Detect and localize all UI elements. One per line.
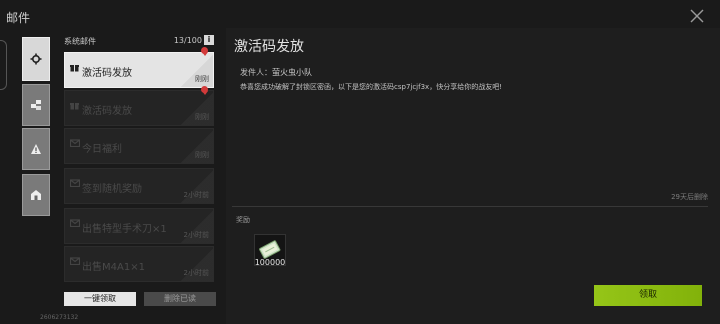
reward-label: 奖励 <box>236 216 250 224</box>
envelope-icon <box>69 179 81 190</box>
mail-body: 恭喜您成功破解了封锁区密函，以下是您的激活码csp7jcjf3x，快分享给你的战… <box>240 83 502 91</box>
mail-item-title: 激活码发放 <box>82 106 132 117</box>
category-warning-button[interactable] <box>22 128 50 170</box>
unread-marker-icon <box>201 47 208 56</box>
divider <box>232 206 708 207</box>
category-items-button[interactable] <box>22 84 50 126</box>
envelope-icon <box>69 139 81 150</box>
mail-item-title: 签到随机奖励 <box>82 184 142 195</box>
mail-item[interactable]: 激活码发放 刚刚 <box>64 90 214 126</box>
mail-list-label: 系统邮件 <box>64 37 96 46</box>
delete-read-button[interactable]: 删除已读 <box>144 292 216 306</box>
mail-item[interactable]: 签到随机奖励 2小时前 <box>64 168 214 204</box>
user-id: 2606273132 <box>40 314 79 321</box>
page-title: 邮件 <box>6 11 31 25</box>
mail-detail-title: 激活码发放 <box>234 39 304 55</box>
sender-row: 发件人：萤火虫小队 <box>240 67 312 78</box>
claim-button[interactable]: 领取 <box>594 285 702 306</box>
close-icon[interactable] <box>690 9 704 23</box>
building-icon <box>31 190 41 200</box>
mail-count: 13/100 <box>173 36 202 45</box>
mail-item-title: 激活码发放 <box>82 68 132 79</box>
mail-item-title: 出售特型手术刀×1 <box>82 224 167 235</box>
sender-label: 发件人： <box>240 68 272 77</box>
category-system-button[interactable] <box>22 37 50 81</box>
mail-item-title: 出售M4A1×1 <box>82 262 145 273</box>
reward-quantity: 100000 <box>254 258 286 267</box>
mail-item-time: 2小时前 <box>183 191 209 199</box>
envelope-icon <box>69 219 81 230</box>
unread-marker-icon <box>201 86 208 95</box>
mail-item[interactable]: 出售M4A1×1 2小时前 <box>64 246 214 282</box>
mail-item-time: 刚刚 <box>195 75 209 83</box>
mail-item-time: 刚刚 <box>195 113 209 121</box>
gear-icon <box>30 53 42 65</box>
gift-icon <box>70 63 79 75</box>
mail-item-time: 2小时前 <box>183 231 209 239</box>
claim-all-button[interactable]: 一键领取 <box>64 292 136 306</box>
mail-list-header: 系统邮件 13/100 i <box>64 35 216 48</box>
info-icon[interactable]: i <box>204 35 214 45</box>
gift-icon <box>70 101 79 113</box>
expire-notice: 29天后删除 <box>671 193 708 201</box>
mail-item-time: 2小时前 <box>183 269 209 277</box>
category-base-button[interactable] <box>22 174 50 216</box>
mail-item[interactable]: 出售特型手术刀×1 2小时前 <box>64 208 214 244</box>
mail-item[interactable]: 激活码发放 刚刚 <box>64 52 214 88</box>
boxes-icon <box>31 100 41 110</box>
sender-name: 萤火虫小队 <box>272 68 312 77</box>
mail-item-time: 刚刚 <box>195 151 209 159</box>
mail-item-title: 今日福利 <box>82 144 122 155</box>
warning-icon <box>31 144 41 154</box>
envelope-icon <box>69 257 81 268</box>
sidebar-collapse-tab[interactable] <box>0 40 7 90</box>
mail-item[interactable]: 今日福利 刚刚 <box>64 128 214 164</box>
